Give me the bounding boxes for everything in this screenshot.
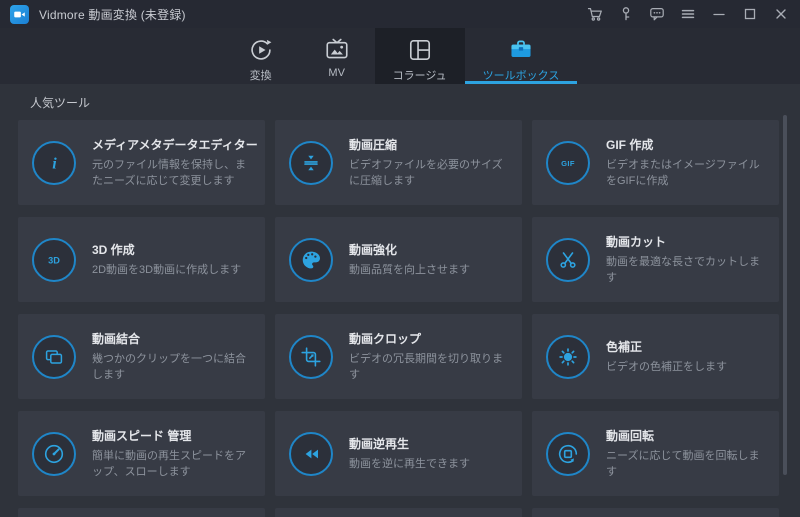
tab-label: ツールボックス xyxy=(482,70,560,82)
tool-title: 動画強化 xyxy=(349,242,398,257)
tool-title: 動画カット xyxy=(606,235,667,250)
svg-text:3D: 3D xyxy=(48,255,60,265)
tool-desc: ビデオまたはイメージファイルをGIFに作成 xyxy=(606,159,760,187)
tool-text: 動画結合幾つかのクリップを一つに結合します xyxy=(92,330,253,383)
feedback-icon[interactable] xyxy=(646,3,668,25)
tool-text: 動画クロップビデオの冗長期間を切り取ります xyxy=(349,330,510,383)
palette-icon xyxy=(289,237,333,282)
tool-card-video-rotate[interactable]: 動画回転ニーズに応じて動画を回転します xyxy=(532,411,779,496)
tool-card-video-cut[interactable]: 動画カット動画を最適な長さでカットします xyxy=(532,217,779,302)
tool-text: 動画逆再生動画を逆に再生できます xyxy=(349,435,470,472)
tab-collage[interactable]: コラージュ xyxy=(374,28,465,84)
sun-icon xyxy=(546,334,590,379)
tool-text: 色補正ビデオの色補正をします xyxy=(606,338,727,375)
tool-text: 動画カット動画を最適な長さでカットします xyxy=(606,233,767,286)
tool-title: メディアメタデータエディター xyxy=(92,138,258,153)
tool-text: 動画回転ニーズに応じて動画を回転します xyxy=(606,427,767,480)
tab-convert[interactable]: 変換 xyxy=(223,28,299,84)
window-title: Vidmore 動画変換 (未登録) xyxy=(39,7,186,22)
tool-desc: 簡単に動画の再生スピードをアップ、スローします xyxy=(92,450,246,478)
tool-desc: 動画品質を向上させます xyxy=(349,263,470,276)
convert-icon xyxy=(248,36,274,64)
tool-card-partial[interactable] xyxy=(532,508,779,517)
tool-card-partial[interactable] xyxy=(275,508,522,517)
tab-label: MV xyxy=(328,67,345,79)
tool-card-metadata-editor[interactable]: i メディアメタデータエディター元のファイル情報を保持し、またニーズに応じて変更し… xyxy=(18,120,265,205)
titlebar: Vidmore 動画変換 (未登録) xyxy=(0,0,800,28)
tool-text: 3D 作成 2D動画を3D動画に作成します xyxy=(92,241,241,278)
key-icon[interactable] xyxy=(615,3,637,25)
tool-title: 動画逆再生 xyxy=(349,436,410,451)
maximize-icon[interactable] xyxy=(739,3,761,25)
tool-desc: 幾つかのクリップを一つに結合します xyxy=(92,353,246,381)
tool-desc: ニーズに応じて動画を回転します xyxy=(606,450,760,478)
tab-toolbox[interactable]: ツールボックス xyxy=(464,28,578,84)
tool-text: 動画圧縮ビデオファイルを必要のサイズに圧縮します xyxy=(349,136,510,189)
tool-title: 動画スピード 管理 xyxy=(92,429,192,444)
toolbox-icon xyxy=(508,36,534,64)
tool-card-video-merge[interactable]: 動画結合幾つかのクリップを一つに結合します xyxy=(18,314,265,399)
minimize-icon[interactable] xyxy=(708,3,730,25)
tool-card-video-crop[interactable]: 動画クロップビデオの冗長期間を切り取ります xyxy=(275,314,522,399)
tool-desc: 動画を逆に再生できます xyxy=(349,457,470,470)
tool-title: GIF 作成 xyxy=(606,138,654,153)
tool-title: 動画クロップ xyxy=(349,332,422,347)
section-title: 人気ツール xyxy=(30,95,91,110)
collage-icon xyxy=(407,36,433,64)
crop-icon xyxy=(289,334,333,379)
menu-icon[interactable] xyxy=(677,3,699,25)
compress-icon xyxy=(289,140,333,185)
speedometer-icon xyxy=(32,431,76,476)
tool-text: 動画強化動画品質を向上させます xyxy=(349,241,470,278)
tool-card-partial[interactable] xyxy=(18,508,265,517)
tool-desc: 2D動画を3D動画に作成します xyxy=(92,263,242,276)
tool-title: 色補正 xyxy=(606,339,643,354)
tool-desc: ビデオの色補正をします xyxy=(606,360,727,373)
tool-text: メディアメタデータエディター元のファイル情報を保持し、またニーズに応じて変更しま… xyxy=(92,136,258,189)
tool-title: 動画回転 xyxy=(606,429,655,444)
tool-desc: ビデオの冗長期間を切り取ります xyxy=(349,353,503,381)
toolbox-content: 人気ツール i メディアメタデータエディター元のファイル情報を保持し、またニーズに… xyxy=(0,84,800,517)
tool-card-3d-maker[interactable]: 3D 3D 作成 2D動画を3D動画に作成します xyxy=(18,217,265,302)
mv-icon xyxy=(324,36,350,64)
tool-title: 動画圧縮 xyxy=(349,138,398,153)
3d-icon: 3D xyxy=(32,237,76,282)
tool-card-gif-maker[interactable]: GIF GIF 作成ビデオまたはイメージファイルをGIFに作成 xyxy=(532,120,779,205)
merge-icon xyxy=(32,334,76,379)
tool-text: 動画スピード 管理簡単に動画の再生スピードをアップ、スローします xyxy=(92,427,253,480)
tool-title: 3D 作成 xyxy=(92,242,135,257)
app-logo-icon xyxy=(10,4,29,24)
gif-icon: GIF xyxy=(546,140,590,185)
tool-text: GIF 作成ビデオまたはイメージファイルをGIFに作成 xyxy=(606,136,767,189)
svg-text:i: i xyxy=(52,155,57,172)
scissors-icon xyxy=(546,237,590,282)
cart-icon[interactable] xyxy=(584,3,606,25)
vertical-scrollbar[interactable] xyxy=(783,115,787,475)
rotate-icon xyxy=(546,431,590,476)
main-tabbar: 変換 MV コラージュ ツールボックス xyxy=(0,28,800,84)
tool-desc: 元のファイル情報を保持し、またニーズに応じて変更します xyxy=(92,159,246,187)
tool-desc: ビデオファイルを必要のサイズに圧縮します xyxy=(349,159,503,187)
svg-text:GIF: GIF xyxy=(561,158,575,167)
tool-card-video-reverse[interactable]: 動画逆再生動画を逆に再生できます xyxy=(275,411,522,496)
tab-label: 変換 xyxy=(249,70,272,82)
tool-card-color-correction[interactable]: 色補正ビデオの色補正をします xyxy=(532,314,779,399)
close-icon[interactable] xyxy=(770,3,792,25)
tool-card-video-compress[interactable]: 動画圧縮ビデオファイルを必要のサイズに圧縮します xyxy=(275,120,522,205)
tool-card-video-enhance[interactable]: 動画強化動画品質を向上させます xyxy=(275,217,522,302)
app-window: Vidmore 動画変換 (未登録) 変換 MV コラージュ ツールボックス 人気ツー… xyxy=(0,0,800,517)
tool-title: 動画結合 xyxy=(92,332,141,347)
tab-mv[interactable]: MV xyxy=(299,28,375,84)
info-icon: i xyxy=(32,140,76,185)
titlebar-buttons xyxy=(584,3,792,25)
tool-card-video-speed[interactable]: 動画スピード 管理簡単に動画の再生スピードをアップ、スローします xyxy=(18,411,265,496)
rewind-icon xyxy=(289,431,333,476)
tools-grid: i メディアメタデータエディター元のファイル情報を保持し、またニーズに応じて変更し… xyxy=(0,120,800,517)
tab-label: コラージュ xyxy=(392,70,447,82)
tool-desc: 動画を最適な長さでカットします xyxy=(606,256,760,284)
